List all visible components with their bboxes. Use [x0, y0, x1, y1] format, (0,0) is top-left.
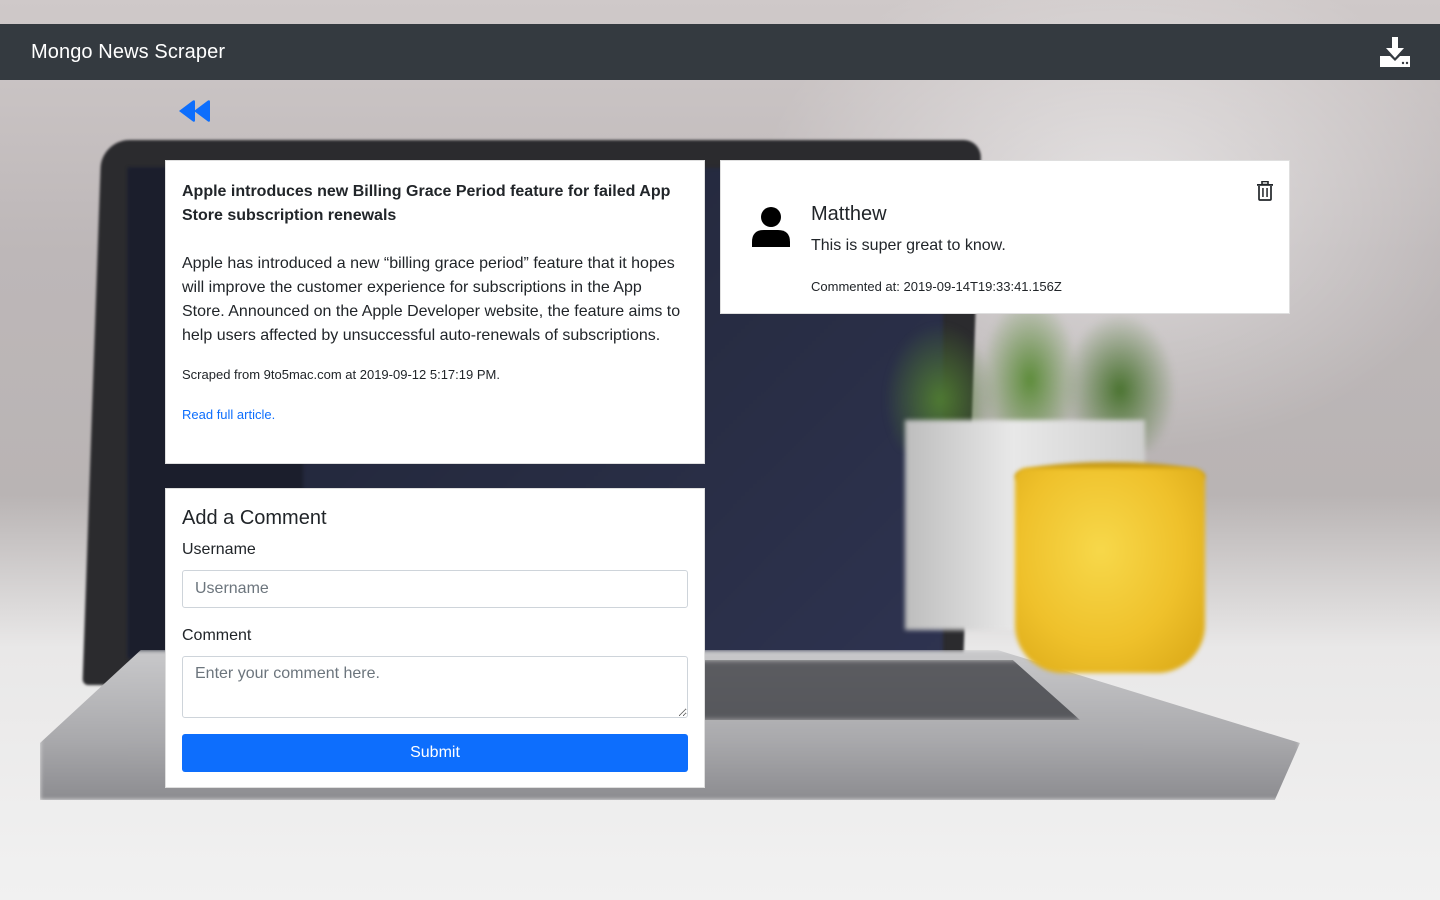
- article-title: Apple introduces new Billing Grace Perio…: [182, 183, 671, 224]
- add-comment-form: Add a Comment Username Comment Submit: [165, 488, 705, 788]
- brand-title[interactable]: Mongo News Scraper: [31, 41, 225, 64]
- form-heading: Add a Comment: [182, 507, 327, 529]
- article-card: Apple introduces new Billing Grace Perio…: [165, 160, 705, 464]
- comment-card: Matthew This is super great to know. Com…: [720, 160, 1290, 314]
- username-label: Username: [182, 541, 256, 558]
- article-source-meta: Scraped from 9to5mac.com at 2019-09-12 5…: [182, 367, 500, 382]
- comment-timestamp: Commented at: 2019-09-14T19:33:41.156Z: [811, 279, 1062, 294]
- username-input[interactable]: [182, 570, 688, 608]
- user-icon: [751, 206, 791, 248]
- navbar: Mongo News Scraper: [0, 24, 1440, 80]
- yellow-cup: [1015, 468, 1205, 673]
- download-icon[interactable]: [1378, 35, 1412, 69]
- comment-username: Matthew: [811, 203, 887, 225]
- submit-button[interactable]: Submit: [182, 734, 688, 772]
- article-summary: Apple has introduced a new “billing grac…: [182, 255, 681, 344]
- comment-text: This is super great to know.: [811, 237, 1006, 254]
- read-full-article-link[interactable]: Read full article.: [182, 407, 275, 422]
- backward-icon[interactable]: [177, 98, 213, 124]
- comment-textarea[interactable]: [182, 656, 688, 718]
- comment-label: Comment: [182, 627, 252, 644]
- trash-icon[interactable]: [1256, 180, 1274, 201]
